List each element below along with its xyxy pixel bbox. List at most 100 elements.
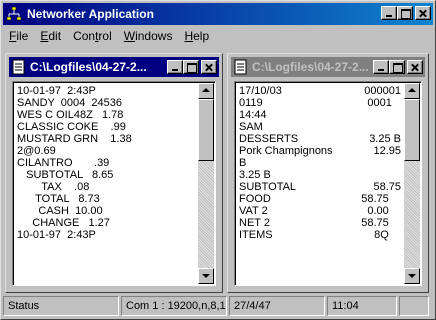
log-line: WES C OIL48Z 1.78 <box>17 109 195 121</box>
log-line-right-text: 58.75 <box>373 181 401 193</box>
log-line: TAX .08 <box>17 181 195 193</box>
log-line-right-text: 58.75 <box>361 217 401 229</box>
log-line-left-text: MUSTARD GRN 1.38 <box>17 133 132 145</box>
log-line: 3.25 B <box>239 169 401 181</box>
log-line-left-text: NET 2 <box>239 217 270 229</box>
log-line-right-text: 000001 <box>364 85 401 97</box>
log-window-left-title-bar[interactable]: C:\Logfiles\04-27-2... <box>9 57 219 77</box>
log-line-right-text: 0.00 <box>367 205 401 217</box>
close-icon <box>202 61 216 73</box>
child-close-button[interactable] <box>407 60 423 74</box>
status-date: 27/4/47 <box>229 296 325 316</box>
log-line-left-text: 2@0.69 <box>17 145 56 157</box>
log-line: SANDY 0004 24536 <box>17 97 195 109</box>
log-line-left-text: TAX .08 <box>17 181 90 193</box>
log-line: ITEMS 8Q <box>239 229 401 241</box>
log-line-right-text: 12.95 <box>373 145 401 157</box>
log-line-left-text: SUBTOTAL <box>239 181 297 193</box>
log-line-left-text: 10-01-97 2:43P <box>17 229 96 241</box>
log-line-left-text: 17/10/03 <box>239 85 282 97</box>
network-app-icon <box>6 6 22 21</box>
log-line: CHANGE 1.27 <box>17 217 195 229</box>
log-line: 14:44 <box>239 109 401 121</box>
scroll-thumb[interactable] <box>404 99 420 161</box>
scroll-up-button[interactable] <box>404 83 420 99</box>
close-icon <box>416 7 430 19</box>
menu-edit[interactable]: Edit <box>34 27 67 45</box>
log-line-left-text: 14:44 <box>239 109 267 121</box>
log-window-left-title: C:\Logfiles\04-27-2... <box>30 60 147 74</box>
log-line-right-text: 0001 <box>367 97 401 109</box>
log-text-area-left[interactable]: 10-01-97 2:43P SANDY 0004 24536 WES C OIL4… <box>12 81 216 286</box>
scroll-up-button[interactable] <box>198 83 214 99</box>
log-line-left-text: 3.25 B <box>239 169 271 181</box>
child-maximize-button[interactable] <box>389 60 405 74</box>
menu-windows-label: indows <box>135 29 173 43</box>
log-line: CASH 10.00 <box>17 205 195 217</box>
status-time: 11:04 <box>327 296 397 316</box>
log-window-left[interactable]: C:\Logfiles\04-27-2... 10-01-97 2:43P SAN… <box>5 53 223 293</box>
log-line: 17/10/03 000001 <box>239 85 401 97</box>
log-line: VAT 2 0.00 <box>239 205 401 217</box>
scroll-down-button[interactable] <box>198 268 214 284</box>
scroll-down-button[interactable] <box>404 268 420 284</box>
log-line-left-text: CLASSIC COKE .99 <box>17 121 126 133</box>
vertical-scrollbar-right[interactable] <box>404 83 420 284</box>
menu-file[interactable]: File <box>3 27 34 45</box>
child-close-button[interactable] <box>201 60 217 74</box>
child-minimize-button[interactable] <box>167 60 183 74</box>
minimize-icon <box>168 61 182 73</box>
log-line-left-text: FOOD <box>239 193 271 205</box>
vertical-scrollbar-left[interactable] <box>198 83 214 284</box>
scroll-thumb[interactable] <box>198 99 214 161</box>
networker-app-window: Networker Application File Edit Control … <box>0 0 436 320</box>
log-line-left-text: CHANGE 1.27 <box>17 217 110 229</box>
menu-windows-mnemonic: W <box>123 29 136 43</box>
status-text: Status <box>3 296 119 316</box>
maximize-icon <box>398 7 412 19</box>
child-minimize-button[interactable] <box>373 60 389 74</box>
log-line: SUBTOTAL 58.75 <box>239 181 401 193</box>
log-line: FOOD 58.75 <box>239 193 401 205</box>
log-lines-right: 17/10/03 000001 0119 0001 14:44 SAM DESSERTS 3… <box>239 85 401 241</box>
log-window-left-controls <box>167 60 217 74</box>
log-line: TOTAL 8.73 <box>17 193 195 205</box>
maximize-button[interactable] <box>397 6 413 20</box>
log-line-left-text: ITEMS <box>239 229 273 241</box>
log-line: NET 2 58.75 <box>239 217 401 229</box>
log-line: MUSTARD GRN 1.38 <box>17 133 195 145</box>
close-icon <box>408 61 422 73</box>
document-icon <box>234 59 247 75</box>
log-line-left-text: TOTAL 8.73 <box>17 193 100 205</box>
menu-control[interactable]: Control <box>67 27 118 45</box>
log-text-area-right[interactable]: 17/10/03 000001 0119 0001 14:44 SAM DESSERTS 3… <box>234 81 422 286</box>
log-line-left-text: SAM <box>239 121 263 133</box>
app-window-controls <box>381 6 431 22</box>
log-line-left-text: VAT 2 <box>239 205 268 217</box>
close-button[interactable] <box>415 6 431 20</box>
log-line: B <box>239 157 401 169</box>
log-line: 0119 0001 <box>239 97 401 109</box>
child-maximize-button[interactable] <box>183 60 199 74</box>
log-line: Pork Champignons 12.95 <box>239 145 401 157</box>
log-line: SUBTOTAL 8.65 <box>17 169 195 181</box>
menu-windows[interactable]: Windows <box>118 27 179 45</box>
log-line-left-text: WES C OIL48Z 1.78 <box>17 109 124 121</box>
log-window-right-title-bar[interactable]: C:\Logfiles\04-27-2... <box>231 57 425 77</box>
log-window-right-title: C:\Logfiles\04-27-2... <box>252 60 369 74</box>
log-window-right[interactable]: C:\Logfiles\04-27-2... 17/10/03 000001 011… <box>227 53 429 293</box>
log-window-right-controls <box>373 60 423 74</box>
menu-help[interactable]: Help <box>178 27 215 45</box>
log-line: DESSERTS 3.25 B <box>239 133 401 145</box>
log-line-right-text: 58.75 <box>361 193 401 205</box>
log-line-right-text: 3.25 B <box>369 133 401 145</box>
log-line-left-text: B <box>239 157 247 169</box>
log-line-left-text: SUBTOTAL 8.65 <box>17 169 114 181</box>
log-line-left-text: SANDY 0004 24536 <box>17 97 122 109</box>
status-extra <box>399 296 429 316</box>
log-line: 10-01-97 2:43P <box>17 85 195 97</box>
log-line-left-text: DESSERTS <box>239 133 299 145</box>
app-title-bar[interactable]: Networker Application <box>3 3 433 25</box>
minimize-button[interactable] <box>381 6 397 20</box>
minimize-icon <box>374 61 388 73</box>
